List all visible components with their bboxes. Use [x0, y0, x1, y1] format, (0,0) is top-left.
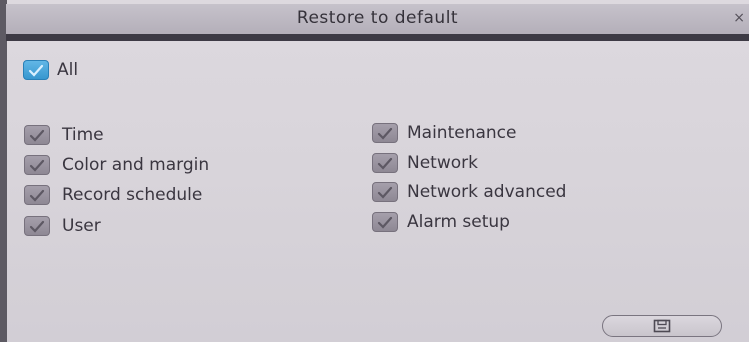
check-icon: [377, 157, 393, 170]
window-edge: [0, 0, 7, 342]
check-icon: [29, 129, 45, 142]
checkbox-network-advanced[interactable]: [372, 182, 398, 202]
check-icon: [377, 186, 393, 199]
checkbox-alarm-setup[interactable]: [372, 212, 398, 232]
option-label: Alarm setup: [407, 212, 510, 232]
option-label: User: [62, 216, 101, 236]
check-icon: [28, 64, 44, 77]
option-label: Network: [407, 153, 478, 173]
option-label: Record schedule: [62, 185, 203, 205]
option-maintenance[interactable]: Maintenance: [372, 123, 516, 143]
title-bar: Restore to default ×: [6, 4, 749, 35]
restore-default-dialog: Restore to default × All Time Color and …: [0, 0, 749, 342]
check-icon: [29, 220, 45, 233]
option-label: Maintenance: [407, 123, 517, 143]
option-label: Network advanced: [407, 182, 567, 202]
check-icon: [377, 127, 393, 140]
check-icon: [29, 189, 45, 202]
checkbox-user[interactable]: [24, 216, 50, 236]
checkbox-all[interactable]: [23, 60, 49, 80]
checkbox-maintenance[interactable]: [372, 123, 398, 143]
option-time[interactable]: Time: [24, 125, 104, 145]
check-icon: [377, 216, 393, 229]
close-icon[interactable]: ×: [733, 10, 745, 26]
checkbox-record-schedule[interactable]: [24, 185, 50, 205]
option-record-schedule[interactable]: Record schedule: [24, 185, 202, 205]
option-alarm-setup[interactable]: Alarm setup: [372, 212, 510, 232]
checkbox-time[interactable]: [24, 125, 50, 145]
option-label: Time: [62, 125, 104, 145]
save-button[interactable]: [602, 315, 722, 337]
option-label: Color and margin: [62, 155, 210, 175]
option-network[interactable]: Network: [372, 153, 478, 173]
option-network-advanced[interactable]: Network advanced: [372, 182, 566, 202]
checkbox-network[interactable]: [372, 153, 398, 173]
checkbox-color-and-margin[interactable]: [24, 155, 50, 175]
save-icon: [653, 319, 671, 333]
option-all[interactable]: All: [23, 60, 78, 80]
option-user[interactable]: User: [24, 216, 101, 236]
option-color-and-margin[interactable]: Color and margin: [24, 155, 209, 175]
dialog-title: Restore to default: [296, 8, 459, 28]
check-icon: [29, 159, 45, 172]
title-divider: [6, 34, 749, 41]
option-label: All: [57, 60, 79, 80]
